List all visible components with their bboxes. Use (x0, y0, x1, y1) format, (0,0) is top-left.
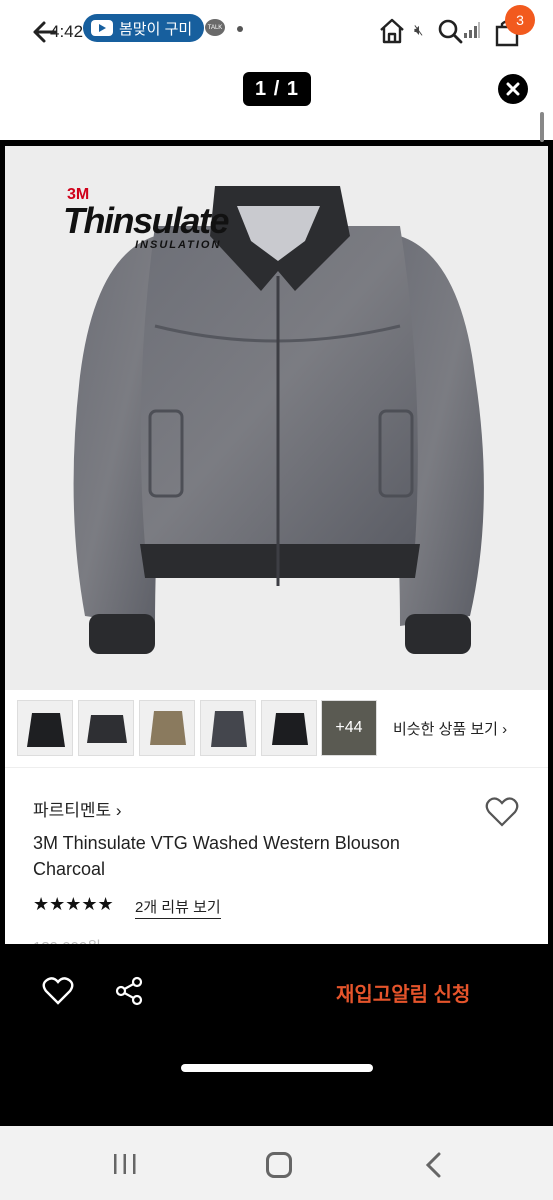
restock-alert-button[interactable]: 재입고알림 신청 (336, 978, 470, 1007)
product-image[interactable]: 3M Thinsulate INSULATION (5, 146, 548, 690)
youtube-icon (91, 20, 113, 36)
nav-back-icon[interactable] (424, 1152, 444, 1178)
thumbnail[interactable] (200, 700, 256, 756)
heart-icon[interactable] (42, 976, 74, 1006)
close-button[interactable] (498, 74, 528, 104)
thumbnail-strip: +44 비슷한 상품 보기 › (5, 690, 548, 768)
more-thumbnails[interactable]: +44 (321, 700, 377, 756)
brand-link[interactable]: 파르티멘토 › (33, 796, 122, 821)
action-bar: 재입고알림 신청 (0, 944, 553, 1044)
signal-icon (464, 22, 480, 38)
more-dot-icon (237, 26, 243, 32)
thumbnail[interactable] (78, 700, 134, 756)
talk-icon: TALK (205, 19, 225, 36)
notification-text: 봄맞이 구미 (119, 20, 193, 38)
dark-jacket-thumb-icon (272, 713, 308, 745)
bomber-thumb-icon (87, 715, 127, 743)
thumbnail[interactable] (261, 700, 317, 756)
brand-sub: INSULATION (135, 239, 222, 251)
thumbnail[interactable] (17, 700, 73, 756)
home-icon[interactable] (377, 16, 407, 46)
android-nav-bar (0, 1126, 553, 1200)
mute-icon: 🔇︎ (414, 22, 424, 39)
nav-home-icon[interactable] (266, 1152, 292, 1178)
search-icon[interactable] (437, 18, 463, 44)
recent-apps-icon[interactable] (112, 1153, 138, 1175)
reviews-link[interactable]: 2개 리뷰 보기 (135, 896, 221, 919)
gray-jacket-thumb-icon (211, 711, 247, 747)
screen: 4:42 봄맞이 구미 TALK 🔇︎ 3 1 / 1 3M Thinsulat… (0, 0, 553, 1200)
thumbnail[interactable] (139, 700, 195, 756)
clock: 4:42 (50, 22, 84, 41)
top-area: 4:42 봄맞이 구미 TALK 🔇︎ 3 1 / 1 (0, 0, 553, 142)
image-counter: 1 / 1 (243, 72, 311, 106)
status-bar: 4:42 봄맞이 구미 TALK 🔇︎ 3 (0, 5, 553, 52)
rating-stars: ★★★★★ (33, 894, 114, 914)
cart-count-badge: 3 (505, 5, 535, 35)
scroll-indicator (540, 112, 544, 142)
product-title: 3M Thinsulate VTG Washed Western Blouson… (33, 833, 400, 879)
product-info: 파르티멘토 › 3M Thinsulate VTG Washed Western… (5, 768, 548, 956)
wishlist-heart-icon[interactable] (485, 796, 519, 828)
close-icon (506, 82, 520, 96)
share-icon[interactable] (114, 976, 144, 1006)
similar-products-link[interactable]: 비슷한 상품 보기 › (393, 718, 507, 739)
black-jacket-thumb-icon (27, 713, 65, 747)
notification-pill[interactable]: 봄맞이 구미 (83, 14, 205, 42)
khaki-jacket-thumb-icon (150, 711, 186, 745)
brand-name: Thinsulate (63, 200, 230, 241)
home-indicator[interactable] (181, 1064, 373, 1072)
